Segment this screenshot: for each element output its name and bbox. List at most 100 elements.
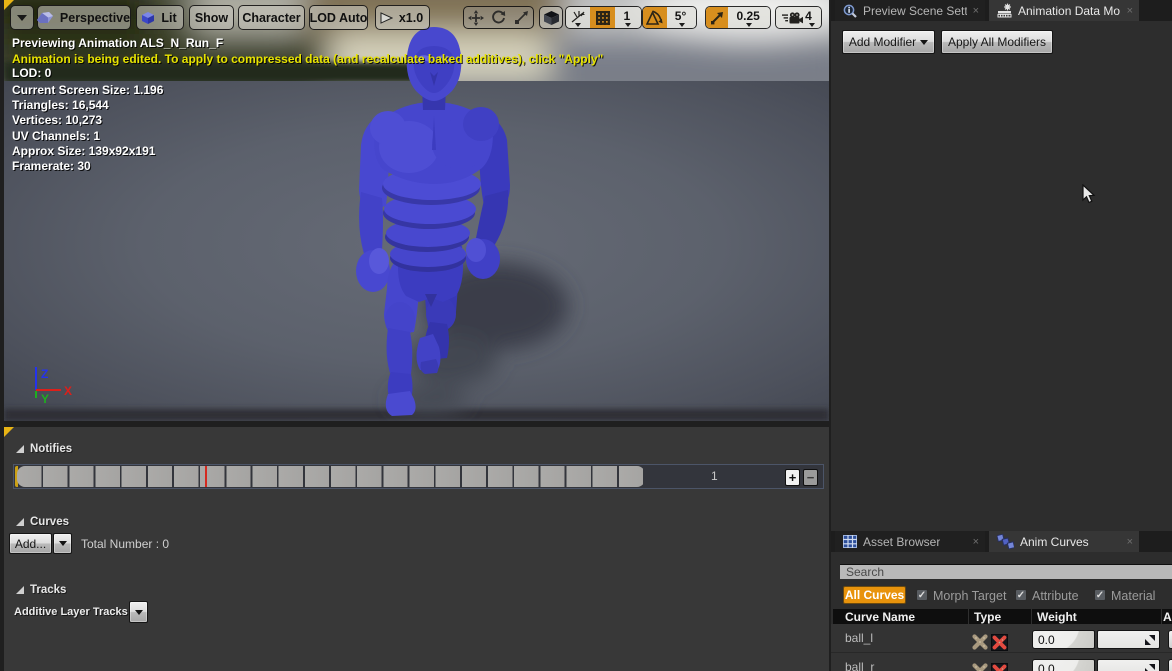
apply-all-modifiers-button[interactable]: Apply All Modifiers [941,30,1053,54]
surface-snap-button[interactable] [566,7,590,28]
drag-adjust-icon [1144,634,1156,646]
close-tab-icon[interactable]: × [973,536,979,548]
morph-target-label: Morph Target [933,589,1006,603]
col-curve-name[interactable]: Curve Name [845,610,915,624]
perspective-button[interactable]: Perspective [37,5,131,30]
rotation-snap-button[interactable] [643,7,667,28]
anim-curves-panel: Asset Browser × Anim Curves × Search All… [831,531,1172,671]
grid-snap-group: 1 [565,6,642,29]
transform-tools-group [463,6,534,29]
playback-speed-button[interactable]: x1.0 [375,5,430,30]
col-auto[interactable]: Auto [1163,610,1172,624]
character-button[interactable]: Character [238,5,305,30]
auto-checkbox-partial[interactable] [1168,630,1172,649]
curve-type-bone-icon[interactable] [971,633,989,651]
rotate-tool-button[interactable] [487,7,509,28]
curve-type-bone-icon[interactable] [971,662,989,671]
mouse-cursor [1082,184,1096,205]
section-title: Tracks [30,584,66,596]
play-icon [380,12,393,24]
caret-down-icon [809,23,815,27]
section-title: Notifies [30,443,72,455]
all-curves-filter-button[interactable]: All Curves [843,586,906,604]
notifies-track[interactable]: 1 + − [13,464,824,489]
camera-speed-icon [782,11,803,25]
weight-input[interactable]: 0.0 [1032,659,1095,671]
remove-notify-track-button[interactable]: − [803,469,818,486]
svg-text:X: X [64,384,72,398]
button-label: Lit [159,11,178,25]
search-placeholder: Search [846,565,884,579]
tab-asset-browser[interactable]: Asset Browser × [835,531,985,552]
add-curve-button[interactable]: Add... [9,533,52,554]
stat-line: Approx Size: 139x92x191 [12,144,155,158]
grid-snap-value-button[interactable]: 1 [615,7,641,28]
stat-line: Vertices: 10,273 [12,113,102,127]
scale-snap-icon [710,11,724,25]
add-modifier-button[interactable]: Add Modifier [842,30,935,54]
additive-layer-tracks-dropdown[interactable] [129,601,148,623]
tab-anim-curves[interactable]: Anim Curves × [989,531,1139,552]
close-tab-icon[interactable]: × [1127,5,1133,17]
coordinate-system-button[interactable] [539,6,563,29]
show-button[interactable]: Show [189,5,234,30]
attribute-label: Attribute [1032,589,1079,603]
tab-label: Anim Curves [1020,535,1089,549]
weight-drag-area[interactable] [1097,659,1160,671]
expander-icon [16,586,24,594]
translate-icon [468,10,484,26]
curve-name: ball_r [845,660,874,671]
tab-animation-data-modifiers[interactable]: Animation Data Mo × [989,0,1139,21]
column-divider[interactable] [1031,609,1032,624]
attribute-checkbox[interactable]: ✓ [1015,589,1027,601]
curve-table-header: Curve Name Type Weight Auto [833,609,1172,624]
chevron-down-icon [135,610,143,615]
column-divider[interactable] [1161,609,1162,624]
auto-checkbox-partial[interactable] [1168,659,1172,671]
lit-button[interactable]: Lit [136,5,184,30]
lit-cube-icon [141,11,155,25]
add-notify-track-button[interactable]: + [785,469,800,486]
notify-track-cells[interactable] [17,466,645,487]
right-top-tabbar: Preview Scene Sett × A [831,0,1172,21]
tracks-section-header[interactable]: Tracks [16,584,66,596]
grid-snap-button[interactable] [590,7,614,28]
curve-type-material-icon[interactable] [991,634,1008,651]
curves-section-header[interactable]: Curves [16,516,69,528]
angle-snap-icon [646,10,664,25]
close-tab-icon[interactable]: × [973,5,979,17]
column-divider[interactable] [968,609,969,624]
total-number-label: Total Number : 0 [81,537,169,551]
translate-tool-button[interactable] [464,7,487,28]
edit-warning-label: Animation is being edited. To apply to c… [12,52,603,66]
previewing-animation-label: Previewing Animation ALS_N_Run_F [12,36,223,50]
col-weight[interactable]: Weight [1037,610,1077,624]
scale-snap-button[interactable] [706,7,728,28]
scale-tool-button[interactable] [510,7,533,28]
asset-browser-icon [843,535,857,548]
lod-auto-button[interactable]: LOD Auto [309,5,368,30]
section-title: Curves [30,516,69,528]
curve-type-material-icon[interactable] [991,663,1008,671]
curve-row[interactable]: ball_r 0.0 [831,653,1172,671]
weight-input[interactable]: 0.0 [1032,630,1095,649]
camera-speed-button[interactable]: 4 [776,7,821,28]
curve-row[interactable]: ball_l 0.0 [831,624,1172,653]
preview-scene-settings-icon [843,4,857,18]
3d-viewport[interactable]: Z X Y Perspective Lit Show Char [4,0,829,421]
close-tab-icon[interactable]: × [1127,536,1133,548]
search-input[interactable]: Search [840,564,1172,579]
weight-drag-area[interactable] [1097,630,1160,649]
morph-target-checkbox[interactable]: ✓ [916,589,928,601]
col-type[interactable]: Type [974,610,1001,624]
add-curve-dropdown[interactable] [53,533,72,554]
material-checkbox[interactable]: ✓ [1094,589,1106,601]
timeline-playhead[interactable] [205,466,207,487]
scale-snap-value-button[interactable]: 0.25 [728,7,770,28]
tab-preview-scene-settings[interactable]: Preview Scene Sett × [835,0,985,21]
notifies-section-header[interactable]: Notifies [16,443,72,455]
button-label: Add Modifier [849,35,916,49]
rotation-snap-value-button[interactable]: 5° [667,7,696,28]
button-label: Apply All Modifiers [948,35,1046,49]
button-label: Perspective [58,11,132,25]
